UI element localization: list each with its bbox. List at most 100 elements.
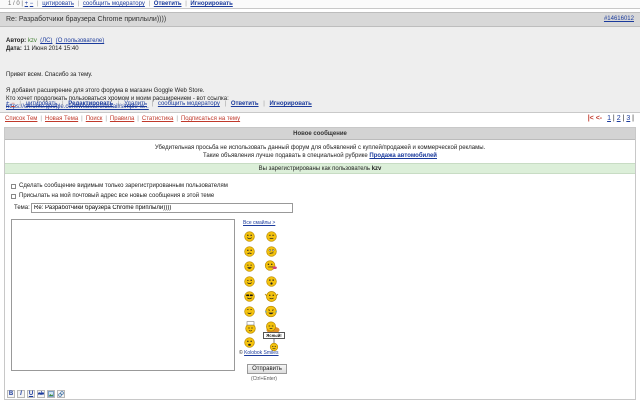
ignore-link[interactable]: Игнорировать (190, 1, 232, 7)
registered-only-label: Сделать сообщение видимым только зарегис… (19, 183, 228, 189)
nav-subscribe[interactable]: Подписаться на тему (181, 116, 240, 122)
separator: | (77, 1, 80, 7)
separator: | (185, 1, 187, 7)
rating-counter: 1 / 0 | (8, 1, 23, 7)
separator: | (263, 101, 265, 107)
ads-notice: Убедительная просьба не использовать дан… (5, 140, 635, 163)
link-icon[interactable] (57, 390, 65, 398)
hold-sign-smile-icon[interactable] (244, 321, 257, 334)
notice-text: Такие объявления лучше подавать в специа… (203, 153, 368, 159)
page-link[interactable]: 2 (617, 115, 621, 122)
reply-link[interactable]: Ответить (231, 101, 259, 107)
underline-button[interactable]: U (27, 390, 35, 398)
laugh-smile-icon[interactable] (244, 261, 255, 272)
edit-link[interactable]: Редактировать (68, 101, 113, 107)
report-link[interactable]: сообщить модератору (83, 1, 145, 7)
all-smiles-link[interactable]: Все смайлы > (243, 220, 275, 226)
pager: |< <- 1 | 2 | 3 | (587, 115, 634, 122)
drool-smile-icon[interactable] (244, 306, 255, 317)
minus-vote[interactable]: − (11, 101, 15, 107)
notice-line: Убедительная просьба не использовать дан… (154, 145, 486, 151)
kolobok-smiles-link[interactable]: Kolobok Smiles (244, 350, 278, 356)
image-icon[interactable] (47, 390, 55, 398)
new-message-form: Новое сообщение Убедительная просьба не … (4, 127, 636, 400)
notice-line-2: Такие объявления лучше подавать в специа… (5, 152, 635, 160)
smile-icon[interactable] (244, 231, 255, 242)
report-link[interactable]: сообщить модератору (158, 101, 220, 107)
delete-link[interactable]: Удалить (124, 101, 147, 107)
page-link[interactable]: 3 (626, 115, 630, 122)
separator: | (62, 101, 64, 107)
send-button[interactable]: Отправить (247, 364, 287, 374)
email-notify-checkbox[interactable] (11, 194, 16, 199)
date-value: 11 Июня 2014 15:40 (23, 46, 79, 52)
theme-label: Тема: (14, 205, 30, 211)
car-sales-link[interactable]: Продажа автомобилей (369, 153, 437, 159)
form-header: Новое сообщение (5, 128, 635, 140)
cool-smile-icon[interactable] (244, 291, 255, 302)
smiles-panel: Все смайлы > Ясный! © Kolobok Smiles (238, 219, 286, 357)
author-row: Автор: kzv (ЛС) (О пользователе) (6, 37, 104, 45)
separator: | (137, 116, 139, 122)
text-line: Я добавил расширение для этого форума в … (6, 88, 205, 94)
theme-input[interactable] (31, 203, 293, 213)
copyright-icon: © (239, 350, 243, 356)
first-page-icon[interactable]: |< (588, 115, 594, 122)
bold-button[interactable]: B (7, 390, 15, 398)
message-id-link[interactable]: #14616012 (604, 16, 634, 22)
separator: | (176, 116, 178, 122)
author-name[interactable]: kzv (28, 38, 37, 44)
separator: | (224, 101, 227, 107)
message-title: Re: Разработчики браузера Chrome приплыл… (6, 16, 167, 23)
quote-link[interactable]: цитировать (26, 101, 58, 107)
sad-smile-icon[interactable] (244, 246, 255, 257)
message-body: Автор: kzv (ЛС) (О пользователе) Дата: 1… (0, 27, 640, 113)
kolobok-link-row: © Kolobok Smiles (239, 350, 279, 356)
wink-smile-icon[interactable] (244, 276, 255, 287)
nav-topic-list[interactable]: Список Тем (5, 116, 37, 122)
separator: | (36, 1, 39, 7)
tongue-smile-icon[interactable] (264, 260, 278, 271)
text-line: Привет всем. Спасибо за тему. (6, 72, 93, 78)
separator: | (105, 116, 107, 122)
confused-smile-icon[interactable] (266, 246, 277, 257)
forum-navbar: Список Тем | Новая Тема | Поиск | Правила | Стат… (0, 115, 640, 125)
lol-smile-icon[interactable] (264, 305, 278, 318)
nav-rules[interactable]: Правила (110, 116, 134, 122)
registered-user: kzv (371, 166, 382, 172)
separator: | (117, 101, 120, 107)
separator: | (151, 101, 154, 107)
quote-link[interactable]: цитировать (42, 1, 74, 7)
separator: | (19, 101, 21, 107)
registered-only-checkbox[interactable] (11, 184, 16, 189)
plus-vote[interactable]: + (6, 101, 10, 107)
separator: | (148, 1, 151, 7)
email-notify-label: Присылать на мой почтовый адрес все новы… (19, 193, 215, 199)
neutral-smile-icon[interactable] (266, 231, 277, 242)
italic-button[interactable]: I (17, 390, 25, 398)
message-textarea[interactable] (11, 219, 235, 371)
nav-search[interactable]: Поиск (86, 116, 103, 122)
separator: | (81, 116, 83, 122)
private-message-link[interactable]: (ЛС) (40, 38, 52, 44)
forum-nav-links: Список Тем | Новая Тема | Поиск | Правила | Стат… (5, 116, 240, 122)
sign-smile-text: Ясный! (263, 332, 285, 339)
sign-smile-icon[interactable]: Ясный! (263, 332, 285, 352)
ignore-link[interactable]: Игнорировать (269, 101, 311, 107)
reply-link[interactable]: Ответить (154, 1, 182, 7)
top-actions-strip: 1 / 0 | + − | цитировать | сообщить моде… (0, 0, 640, 9)
separator: | (40, 116, 42, 122)
nav-statistics[interactable]: Статистика (142, 116, 174, 122)
plus-vote[interactable]: + (25, 1, 29, 7)
message-actions: + − | цитировать | Редактировать | Удали… (6, 100, 312, 108)
page-link[interactable]: 1 (607, 115, 611, 122)
dance-smile-icon[interactable] (264, 290, 279, 303)
strike-button[interactable]: ab (37, 390, 45, 398)
surprised-smile-icon[interactable] (266, 276, 277, 287)
shock-smile-icon[interactable] (244, 337, 255, 348)
minus-vote[interactable]: − (30, 1, 34, 7)
prev-page-icon[interactable]: <- (596, 115, 602, 122)
about-user-link[interactable]: (О пользователе) (56, 38, 104, 44)
nav-new-topic[interactable]: Новая Тема (45, 116, 78, 122)
date-label: Дата: (6, 46, 22, 52)
